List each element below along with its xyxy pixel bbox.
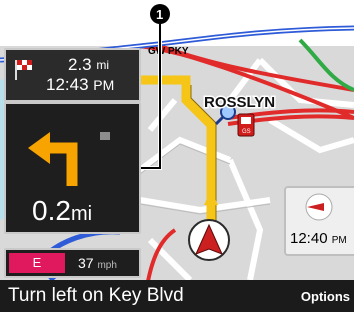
clock-time-value: 12:40 — [290, 230, 328, 247]
arrival-eta-period: PM — [93, 77, 115, 93]
road-label-gw-pky: GW PKY — [148, 46, 189, 57]
compass-icon[interactable] — [304, 192, 334, 222]
arrival-info-panel[interactable]: 2.3 mi 12:43 PM — [4, 48, 141, 102]
speed-badge-letter: E — [32, 255, 42, 270]
turn-distance-value: 0.2 — [32, 195, 71, 226]
gas-station-label: GS — [242, 129, 251, 135]
speed-unit: mph — [97, 260, 117, 271]
arrival-distance: 2.3 mi — [68, 56, 109, 74]
turn-left-arrow-icon — [6, 104, 139, 189]
arrival-eta: 12:43 PM — [46, 76, 114, 94]
arrival-distance-value: 2.3 — [68, 55, 92, 74]
clock-time: 12:40 PM — [290, 230, 347, 250]
speed-readout: 37 mph — [78, 254, 117, 275]
navigation-screen: GS 66 GW PKY ROSSLYN 1 2.3 mi 12:43 PM — [0, 0, 354, 312]
callout-number: 1 — [156, 7, 163, 22]
clock-time-period: PM — [331, 235, 347, 246]
arrival-distance-unit: mi — [96, 58, 110, 72]
speed-panel[interactable]: E 37 mph — [4, 248, 141, 278]
bottom-instruction-bar: Turn left on Key Blvd Options — [0, 280, 354, 312]
flag-checkered-icon — [15, 60, 32, 80]
arrival-eta-time: 12:43 — [46, 75, 89, 94]
speed-value: 37 — [78, 255, 94, 271]
clock-compass-panel[interactable]: 12:40 PM — [284, 186, 354, 256]
next-turn-panel[interactable]: 0.2mi — [4, 102, 141, 234]
turn-distance-unit: mi — [70, 203, 93, 225]
turn-distance: 0.2mi — [32, 196, 92, 229]
turn-instruction: Turn left on Key Blvd — [8, 285, 184, 306]
speed-badge: E — [9, 253, 65, 273]
options-button[interactable]: Options — [301, 288, 350, 306]
top-white-area — [0, 0, 354, 46]
place-label-rosslyn: ROSSLYN — [204, 94, 275, 111]
